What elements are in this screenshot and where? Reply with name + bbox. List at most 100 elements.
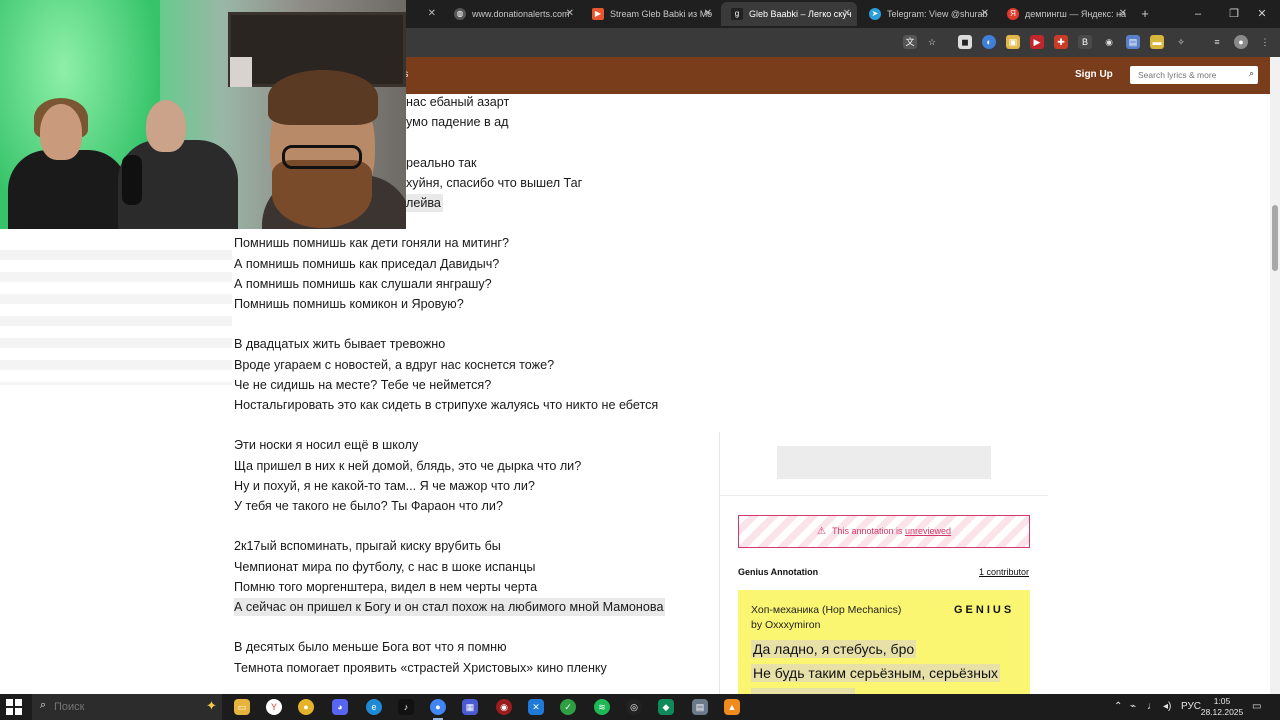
lyric-line[interactable]: Вроде угараем с новостей, а вдруг нас ко…	[234, 356, 554, 374]
song-artist[interactable]: by Oxxxymiron	[751, 619, 820, 631]
page-scrollbar[interactable]	[1270, 57, 1280, 694]
close-icon[interactable]: ✕	[981, 2, 989, 26]
puzzle-icon[interactable]: ✧	[1174, 35, 1188, 49]
extension-icon[interactable]: ✚	[1054, 35, 1068, 49]
annotation-title: Genius Annotation	[738, 567, 819, 577]
lyric-line[interactable]: Чемпионат мира по футболу, с нас в шоке …	[234, 558, 535, 576]
profile-avatar-icon[interactable]: ●	[1234, 35, 1248, 49]
lyric-line[interactable]: Че не сидишь на месте? Тебе че неймется?	[234, 376, 491, 394]
app-icon[interactable]: ◆	[658, 699, 674, 715]
app-icon[interactable]: ▦	[462, 699, 478, 715]
app-icon[interactable]: ◉	[496, 699, 512, 715]
lyric-line[interactable]: Темнота помогает проявить «страстей Хрис…	[234, 659, 607, 677]
camera-icon[interactable]: ◉	[1102, 35, 1116, 49]
chrome-icon[interactable]: ●	[298, 699, 314, 715]
lyric-line[interactable]: У тебя че такого не было? Ты Фараон что …	[234, 497, 503, 515]
menu-icon[interactable]: ⋮	[1258, 35, 1272, 49]
lyric-line[interactable]: Ностальгировать это как сидеть в стрипух…	[234, 396, 658, 414]
tab-label: Stream Gleb Babki из Mo	[610, 9, 713, 19]
tiktok-icon[interactable]: ♪	[398, 699, 414, 715]
browser-tab[interactable]: ▶ Stream Gleb Babki из Mo ✕	[582, 2, 718, 26]
scrollbar-thumb[interactable]	[1272, 205, 1278, 271]
discord-icon[interactable]: ◕	[332, 699, 348, 715]
lyric-line[interactable]: В десятых было меньше Бога вот что я пом…	[234, 638, 507, 656]
close-window-button[interactable]: ✕	[1244, 0, 1280, 28]
copilot-sparkle-icon[interactable]: ✦	[206, 698, 217, 714]
browser-tab[interactable]: ➤ Telegram: View @shurab ✕	[859, 2, 995, 26]
taskbar-search-input[interactable]	[54, 698, 184, 716]
close-icon[interactable]: ✕	[566, 2, 574, 26]
song-title[interactable]: Хоп-механика (Hop Mechanics)	[751, 604, 901, 616]
yandex-icon: Я	[1007, 8, 1019, 20]
webcam-overlay	[0, 0, 406, 229]
sign-up-link[interactable]: Sign Up	[1075, 69, 1113, 80]
webcam-shelf-item	[230, 57, 252, 87]
lyric-line[interactable]: А сейчас он пришел к Богу и он стал похо…	[234, 598, 666, 616]
search-icon: ⌕	[40, 699, 47, 711]
browser-tab[interactable]: ✕	[406, 2, 442, 26]
unreviewed-link[interactable]: unreviewed	[905, 526, 951, 536]
close-icon[interactable]: ✕	[843, 2, 851, 26]
lyric-line[interactable]: Помню того моргенштера, видел в нем черт…	[234, 578, 537, 596]
contributors-link[interactable]: 1 contributor	[979, 567, 1029, 577]
streamer-face	[146, 100, 186, 152]
extension-icon[interactable]: ◐	[982, 35, 996, 49]
lyric-line[interactable]: Ща пришел в них к ней домой, блядь, это …	[234, 457, 581, 475]
spotify-icon[interactable]: ≋	[594, 699, 610, 715]
close-icon[interactable]: ✕	[704, 2, 712, 26]
lyric-line[interactable]: В двадцатых жить бывает тревожно	[234, 335, 445, 353]
windows-start-icon[interactable]	[6, 699, 24, 715]
vlc-icon[interactable]: ▲	[724, 699, 740, 715]
edge-icon[interactable]: e	[366, 699, 382, 715]
lyric-line[interactable]: А помнишь помнишь как слушали янграшу?	[234, 275, 492, 293]
extension-icon[interactable]: ▶	[1030, 35, 1044, 49]
close-icon[interactable]: ✕	[1119, 2, 1127, 26]
lyric-line[interactable]: Ну и похуй, я не какой-то там... Я че ма…	[234, 477, 535, 495]
streamer-face	[40, 104, 82, 160]
streamer-hair	[268, 70, 378, 125]
extension-icon[interactable]: ◼	[958, 35, 972, 49]
network-icon[interactable]: ⌁	[1130, 694, 1136, 720]
language-indicator[interactable]: РУС	[1181, 694, 1201, 720]
translate-icon[interactable]: 文	[903, 35, 917, 49]
browser-tab-active[interactable]: g Gleb Baabki – Легко скуч ✕	[721, 2, 857, 26]
vscode-icon[interactable]: ✕	[528, 699, 544, 715]
obs-icon[interactable]: ◎	[626, 699, 642, 715]
unreviewed-text: This annotation is	[831, 526, 903, 536]
lyric-line[interactable]: Помнишь помнишь комикон и Яровую?	[234, 295, 464, 313]
volume-icon[interactable]: ◂)	[1163, 694, 1171, 720]
lyric-line[interactable]: А помнишь помнишь как приседал Давидыч?	[234, 255, 499, 273]
minimize-button[interactable]: –	[1180, 0, 1216, 28]
browser-tab[interactable]: ◍ www.donationalerts.com ✕	[444, 2, 580, 26]
tab-label: демпингш — Яндекс: на	[1025, 9, 1127, 19]
lyric-line[interactable]: Помнишь помнишь как дети гоняли на митин…	[234, 234, 509, 252]
bookmark-star-icon[interactable]: ☆	[925, 35, 939, 49]
app-icon[interactable]: ✓	[560, 699, 576, 715]
search-input[interactable]	[1130, 66, 1240, 84]
search-icon[interactable]: ⌕	[1249, 68, 1254, 79]
microphone-icon[interactable]: ♩	[1147, 694, 1157, 720]
globe-icon: ◍	[454, 8, 466, 20]
lyric-line[interactable]: Эти носки я носил ещё в школу	[234, 436, 418, 454]
unreviewed-banner: ⚠ This annotation is unreviewed	[738, 515, 1030, 548]
extension-icon[interactable]: ▤	[1126, 35, 1140, 49]
extension-icon[interactable]: B	[1078, 35, 1092, 49]
taskbar-search: ⌕ ✦	[32, 694, 222, 720]
tray-chevron-icon[interactable]: ⌃	[1114, 694, 1122, 720]
new-tab-button[interactable]: +	[1137, 2, 1153, 26]
app-icon[interactable]: ▤	[692, 699, 708, 715]
file-explorer-icon[interactable]: ▭	[234, 699, 250, 715]
genius-icon: g	[731, 8, 743, 20]
extension-icon[interactable]: ▣	[1006, 35, 1020, 49]
close-icon[interactable]: ✕	[428, 2, 436, 26]
yandex-browser-icon[interactable]: Y	[266, 699, 282, 715]
clock[interactable]: 1:05 28.12.2025	[1200, 696, 1244, 718]
reading-list-icon[interactable]: ≡	[1210, 35, 1224, 49]
browser-tab[interactable]: Я демпингш — Яндекс: на ✕	[997, 2, 1133, 26]
notifications-icon[interactable]: ▭	[1252, 694, 1261, 720]
search-box: ⌕	[1130, 66, 1258, 84]
column-divider	[719, 432, 720, 694]
chrome-active-icon[interactable]: ●	[430, 699, 446, 720]
lyric-line[interactable]: 2к17ый вспоминать, прыгай киску врубить …	[234, 537, 501, 555]
extension-icon[interactable]: ▬	[1150, 35, 1164, 49]
